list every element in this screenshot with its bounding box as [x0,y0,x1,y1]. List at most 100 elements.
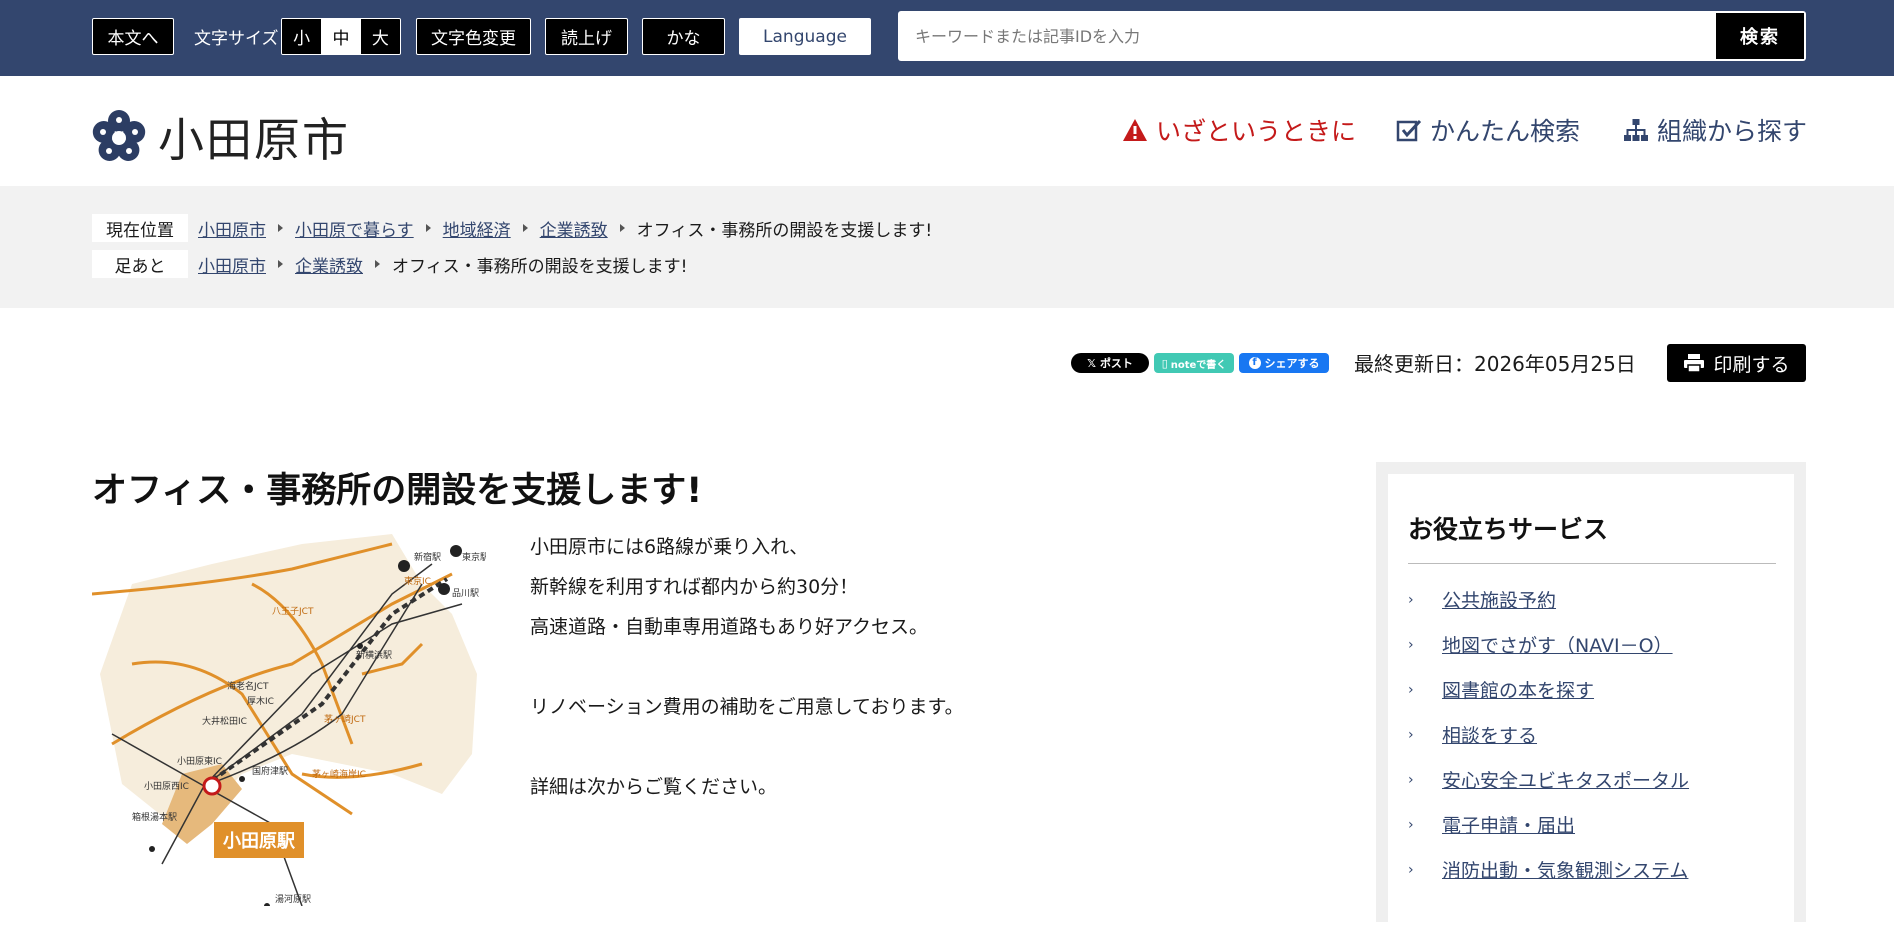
map-label: 箱根湯本駅 [132,811,177,823]
share-note-label: noteで書く [1170,359,1227,371]
breadcrumb-area: 現在位置 小田原市 小田原で暮らす 地域経済 企業誘致 オフィス・事務所の開設を… [0,186,1894,308]
map-label: 大井松田IC [202,715,247,727]
read-aloud-button[interactable]: 読上げ [545,18,628,55]
facebook-icon: f [1248,357,1261,369]
breadcrumb: 現在位置 小田原市 小田原で暮らす 地域経済 企業誘致 オフィス・事務所の開設を… [92,214,932,242]
breadcrumb-separator-icon [278,224,283,232]
footprint-label: 足あと [92,250,188,278]
service-item-consultation[interactable]: › 相談をする [1408,721,1537,748]
service-link: 図書館の本を探す [1442,680,1595,702]
font-size-large-button[interactable]: 大 [360,19,400,54]
emergency-link[interactable]: いざというときに [1122,112,1356,148]
chevron-right-icon: › [1408,726,1414,743]
breadcrumb-separator-icon [522,224,528,232]
breadcrumb-separator-icon [375,260,380,268]
font-size-selector: 小 中 大 [281,18,401,55]
chevron-right-icon: › [1408,636,1414,653]
service-item-e-application[interactable]: › 電子申請・届出 [1408,811,1575,838]
share-x-button[interactable]: 𝕏 ポスト [1071,353,1149,373]
print-label: 印刷する [1713,353,1790,376]
checkbox-icon [1396,119,1422,142]
service-item-safety-portal[interactable]: › 安心安全ユビキタスポータル [1408,766,1689,793]
service-link: 地図でさがす（NAVI－O） [1442,635,1673,657]
org-search-link[interactable]: 組織から探す [1623,112,1807,148]
service-item-map[interactable]: › 地図でさがす（NAVI－O） [1408,631,1673,658]
easy-search-link-label: かんたん検索 [1430,117,1581,146]
utility-bar: 本文へ 文字サイズ 小 中 大 文字色変更 読上げ かな Language 検索 [0,0,1894,76]
body-text-line: リノベーション費用の補助をご用意しております。 [530,696,964,718]
chevron-right-icon: › [1408,816,1414,833]
service-link: 公共施設予約 [1442,590,1557,612]
service-link: 消防出動・気象観測システム [1442,860,1689,882]
map-label-odawara-station: 小田原駅 [223,831,296,852]
share-facebook-button[interactable]: f シェアする [1239,353,1329,373]
breadcrumb-item-economy[interactable]: 地域経済 [443,216,511,241]
site-logo[interactable]: 小田原市 [92,104,350,170]
search-input[interactable] [898,11,1716,61]
map-label: 厚木IC [247,695,274,707]
x-logo-icon: 𝕏 [1087,356,1096,370]
chevron-right-icon: › [1408,771,1414,788]
breadcrumb-label: 現在位置 [92,214,188,242]
map-label: 国府津駅 [252,765,288,777]
site-header: 小田原市 いざというときに かんたん検索 組織から探す [0,76,1894,186]
breadcrumb-separator-icon [619,224,625,232]
chevron-right-icon: › [1408,861,1414,878]
skip-to-content-button[interactable]: 本文へ [92,18,174,55]
color-change-button[interactable]: 文字色変更 [416,18,531,55]
footprint-item-business[interactable]: 企業誘致 [295,252,363,277]
org-search-link-label: 組織から探す [1657,117,1808,146]
page-title: オフィス・事務所の開設を支援します! [92,471,703,511]
divider [1408,563,1776,564]
share-facebook-label: シェアする [1264,357,1320,370]
breadcrumb-separator-icon [425,224,431,232]
useful-services-title: お役立ちサービス [1408,515,1609,544]
warning-icon [1123,119,1147,141]
font-size-small-button[interactable]: 小 [282,19,322,54]
service-link: 相談をする [1442,725,1538,747]
emergency-link-label: いざというときに [1156,117,1357,146]
search-box: 検索 [898,11,1806,61]
service-link: 安心安全ユビキタスポータル [1442,770,1690,792]
breadcrumb-item-business[interactable]: 企業誘致 [540,216,608,241]
map-label: 品川駅 [452,588,479,599]
kana-button[interactable]: かな [642,18,725,55]
breadcrumb-current-page: オフィス・事務所の開設を支援します! [636,220,933,241]
note-icon: ▯ [1161,356,1168,370]
map-label: 東京IC [404,575,431,587]
last-updated: 最終更新日：2026年05月25日 [1354,352,1636,376]
useful-services-inner: お役立ちサービス › 公共施設予約 › 地図でさがす（NAVI－O） › 図書館… [1388,474,1794,934]
print-button[interactable]: 印刷する [1667,344,1806,382]
service-item-facility-reservation[interactable]: › 公共施設予約 [1408,586,1556,613]
site-logo-text: 小田原市 [158,113,350,167]
printer-icon [1684,354,1705,373]
map-label: 茅ヶ崎JCT [324,713,366,725]
body-text-line: 小田原市には6路線が乗り入れ、 [530,536,809,558]
breadcrumb-item-living[interactable]: 小田原で暮らす [295,216,414,241]
easy-search-link[interactable]: かんたん検索 [1396,112,1580,148]
service-item-library[interactable]: › 図書館の本を探す [1408,676,1594,703]
map-label: 海老名JCT [227,680,269,692]
body-text-line: 高速道路・自動車専用道路もあり好アクセス。 [530,616,929,638]
share-note-button[interactable]: ▯ noteで書く [1154,353,1234,373]
map-label: 八王子JCT [272,606,314,617]
body-text-line: 新幹線を利用すれば都内から約30分！ [530,576,859,598]
share-x-label: ポスト [1099,357,1133,370]
map-label: 小田原東IC [177,755,222,767]
footprint-breadcrumb: 足あと 小田原市 企業誘致 オフィス・事務所の開設を支援します! [92,250,687,278]
map-label: 新横浜駅 [356,649,392,661]
map-label: 湯河原駅 [275,893,311,905]
font-size-medium-button[interactable]: 中 [321,19,361,54]
language-button[interactable]: Language [739,18,871,55]
breadcrumb-item-city[interactable]: 小田原市 [198,216,266,241]
access-map-image: 小田原駅 新宿駅 東京駅 品川駅 新横浜駅 八王子JCT 海老名JCT 厚木IC… [92,534,486,906]
service-item-fire-weather[interactable]: › 消防出動・気象観測システム [1408,856,1688,883]
search-button[interactable]: 検索 [1716,13,1804,59]
map-label: 小田原西IC [144,781,189,792]
chevron-right-icon: › [1408,591,1414,608]
map-label: 茅ヶ崎海岸IC [312,768,366,780]
footprint-item-city[interactable]: 小田原市 [198,252,266,277]
city-emblem-icon [92,110,146,161]
map-label: 東京駅 [462,551,486,563]
org-chart-icon [1624,119,1648,141]
